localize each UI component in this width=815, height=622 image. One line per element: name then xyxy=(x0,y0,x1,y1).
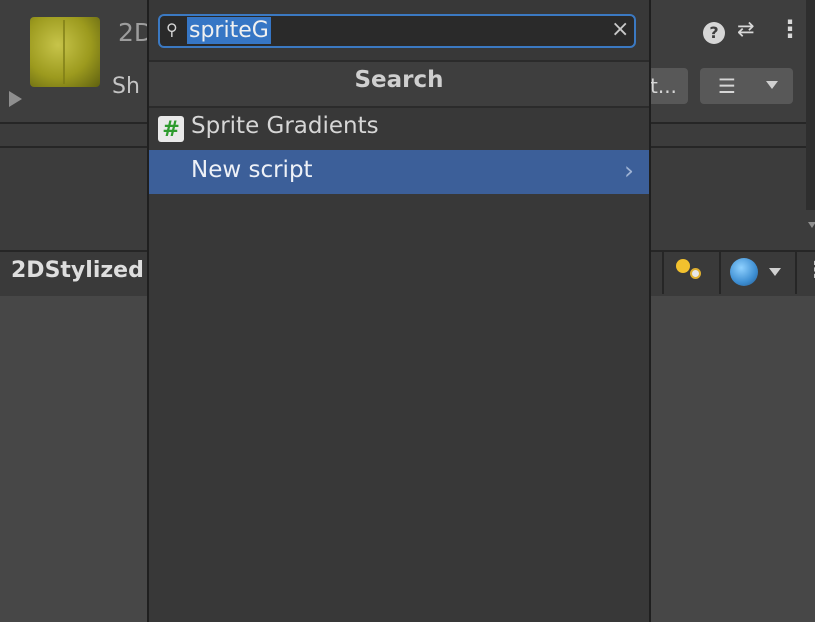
scrollbar-track[interactable] xyxy=(806,0,815,210)
search-input-value[interactable]: spriteG xyxy=(187,17,271,44)
preview-sphere-icon[interactable] xyxy=(730,258,758,286)
divider xyxy=(662,252,664,294)
foldout-arrow-icon[interactable] xyxy=(9,91,22,107)
chevron-right-icon[interactable]: › xyxy=(624,156,634,185)
search-icon: ⚲ xyxy=(166,20,178,39)
divider xyxy=(719,252,721,294)
more-options-icon[interactable]: ⋮ xyxy=(805,258,815,283)
list-item-label[interactable]: New script xyxy=(191,157,313,183)
preview-title: 2DStylized xyxy=(11,258,144,283)
popup-title: Search xyxy=(354,67,444,93)
material-thumbnail xyxy=(30,17,100,87)
list-item-label[interactable]: Sprite Gradients xyxy=(191,113,379,139)
chevron-down-icon[interactable] xyxy=(766,81,778,89)
list-view-button[interactable] xyxy=(700,68,793,104)
shader-label: Sh xyxy=(112,74,140,99)
help-icon[interactable]: ? xyxy=(703,22,725,44)
chevron-down-icon[interactable] xyxy=(769,268,781,276)
more-options-icon[interactable]: ⋮ xyxy=(778,17,802,41)
presets-icon[interactable]: ⇄ xyxy=(737,19,755,40)
divider xyxy=(795,252,797,294)
light-icon-secondary[interactable] xyxy=(690,268,701,279)
scroll-down-icon[interactable] xyxy=(808,222,815,228)
list-icon: ☰ xyxy=(718,74,736,98)
material-thumbnail-seam xyxy=(63,20,65,84)
close-icon[interactable]: × xyxy=(611,17,629,42)
script-icon: # xyxy=(158,116,184,142)
light-icon[interactable] xyxy=(676,259,690,273)
